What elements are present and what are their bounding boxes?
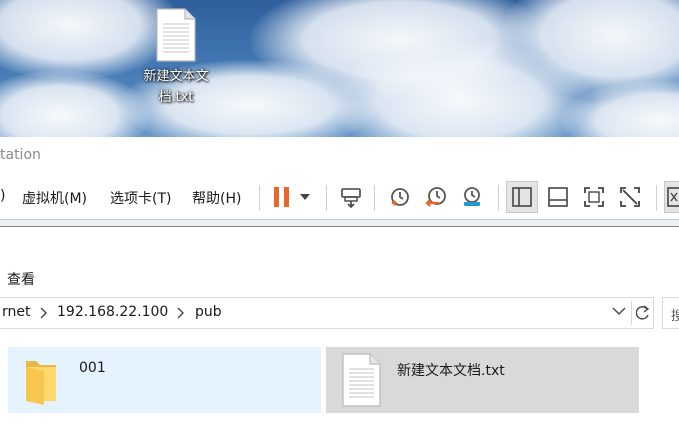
snapshot-take-icon xyxy=(391,188,409,206)
window-title: tation xyxy=(0,147,41,163)
dropdown-arrow-icon xyxy=(300,194,310,200)
console-view-button[interactable] xyxy=(664,181,679,213)
snapshot-manager-button[interactable] xyxy=(456,181,488,213)
power-dropdown-button[interactable] xyxy=(292,181,318,213)
search-box[interactable]: 搜 xyxy=(662,297,679,329)
text-document-icon xyxy=(342,353,381,407)
file-item-name: 新建文本文档.txt xyxy=(397,363,505,379)
snapshot-manager-icon xyxy=(464,187,480,206)
vmware-window: tation ) 虚拟机(M) 选项卡(T) 帮助(H) 查看 rnet 192… xyxy=(0,137,679,430)
snapshot-revert-icon xyxy=(425,187,446,207)
breadcrumb-host[interactable]: 192.168.22.100 xyxy=(57,304,168,320)
desktop-file-label: 新建文本文档.txt xyxy=(143,69,209,105)
file-item-folder[interactable]: 001 xyxy=(8,347,321,413)
send-keys-icon xyxy=(341,188,361,208)
file-item-name: 001 xyxy=(79,360,106,376)
breadcrumb-pub[interactable]: pub xyxy=(195,304,222,320)
menu-toolbar: ) 虚拟机(M) 选项卡(T) 帮助(H) xyxy=(0,175,679,219)
menu-item-partial[interactable]: ) xyxy=(0,188,5,204)
toolbar-separator xyxy=(498,185,499,211)
show-library-button[interactable] xyxy=(506,181,538,213)
send-ctrl-alt-del-button[interactable] xyxy=(335,181,367,213)
refresh-icon xyxy=(636,305,650,320)
menu-item-tabs[interactable]: 选项卡(T) xyxy=(110,188,171,208)
desktop-background: 新建文本文档.txt xyxy=(0,0,679,137)
title-bar[interactable]: tation xyxy=(0,137,679,175)
desktop-file-item[interactable]: 新建文本文档.txt xyxy=(128,8,224,108)
text-document-icon xyxy=(156,8,196,62)
breadcrumb-network[interactable]: rnet xyxy=(2,304,31,320)
folder-icon xyxy=(26,361,56,405)
explorer-ribbon: 查看 xyxy=(0,227,679,291)
revert-snapshot-button[interactable] xyxy=(420,181,452,213)
file-item-text[interactable]: 新建文本文档.txt xyxy=(326,347,639,413)
console-view-icon xyxy=(667,187,679,207)
vm-console-border xyxy=(0,219,679,227)
unity-icon xyxy=(620,187,640,207)
take-snapshot-button[interactable] xyxy=(384,181,416,213)
fullscreen-button[interactable] xyxy=(578,181,610,213)
refresh-button[interactable] xyxy=(631,301,654,325)
toolbar-separator xyxy=(656,185,657,211)
chevron-down-icon[interactable] xyxy=(612,307,626,316)
show-thumbnail-bar-button[interactable] xyxy=(542,181,574,213)
show-thumbnail-bar-icon xyxy=(548,187,568,207)
unity-button[interactable] xyxy=(614,181,646,213)
chevron-right-icon[interactable] xyxy=(177,306,185,320)
toolbar-separator xyxy=(374,185,375,211)
ribbon-tab-view[interactable]: 查看 xyxy=(7,269,35,289)
pause-icon xyxy=(274,187,289,207)
menu-item-help[interactable]: 帮助(H) xyxy=(192,188,241,208)
address-bar[interactable]: rnet 192.168.22.100 pub xyxy=(0,297,654,329)
fullscreen-icon xyxy=(584,187,604,207)
file-view: 001 新建文本文档.txt xyxy=(0,329,679,430)
menu-item-vm[interactable]: 虚拟机(M) xyxy=(22,188,87,208)
chevron-right-icon[interactable] xyxy=(40,306,48,320)
toolbar-separator xyxy=(259,185,260,211)
show-library-icon xyxy=(512,187,532,207)
toolbar-separator xyxy=(326,185,327,211)
search-hint: 搜 xyxy=(671,309,679,324)
